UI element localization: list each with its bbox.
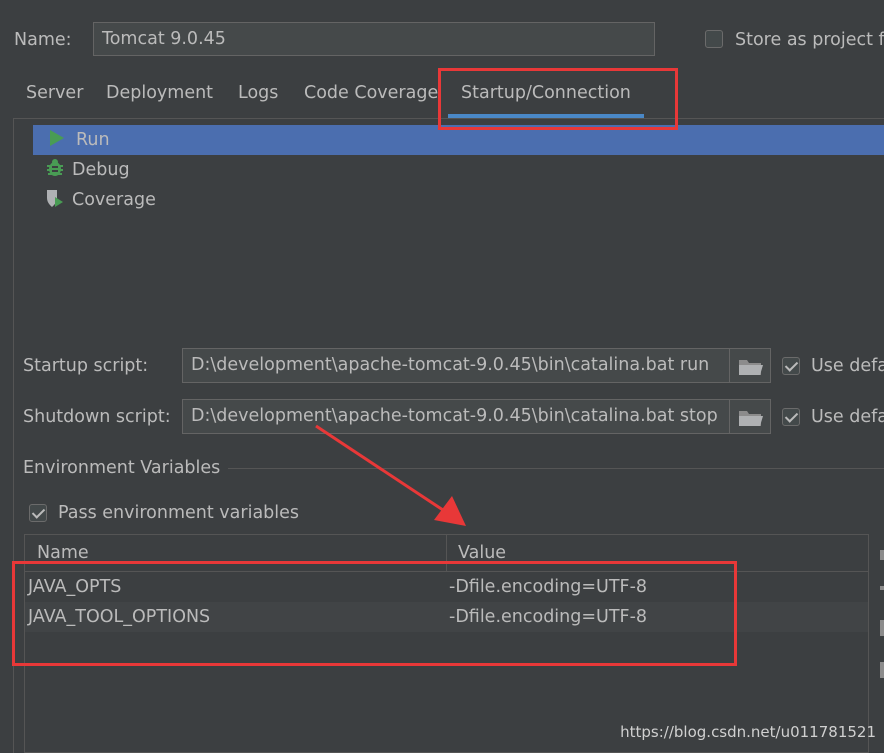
watermark-url: https://blog.csdn.net/u011781521 — [620, 723, 876, 741]
annotation-arrow — [315, 424, 466, 526]
